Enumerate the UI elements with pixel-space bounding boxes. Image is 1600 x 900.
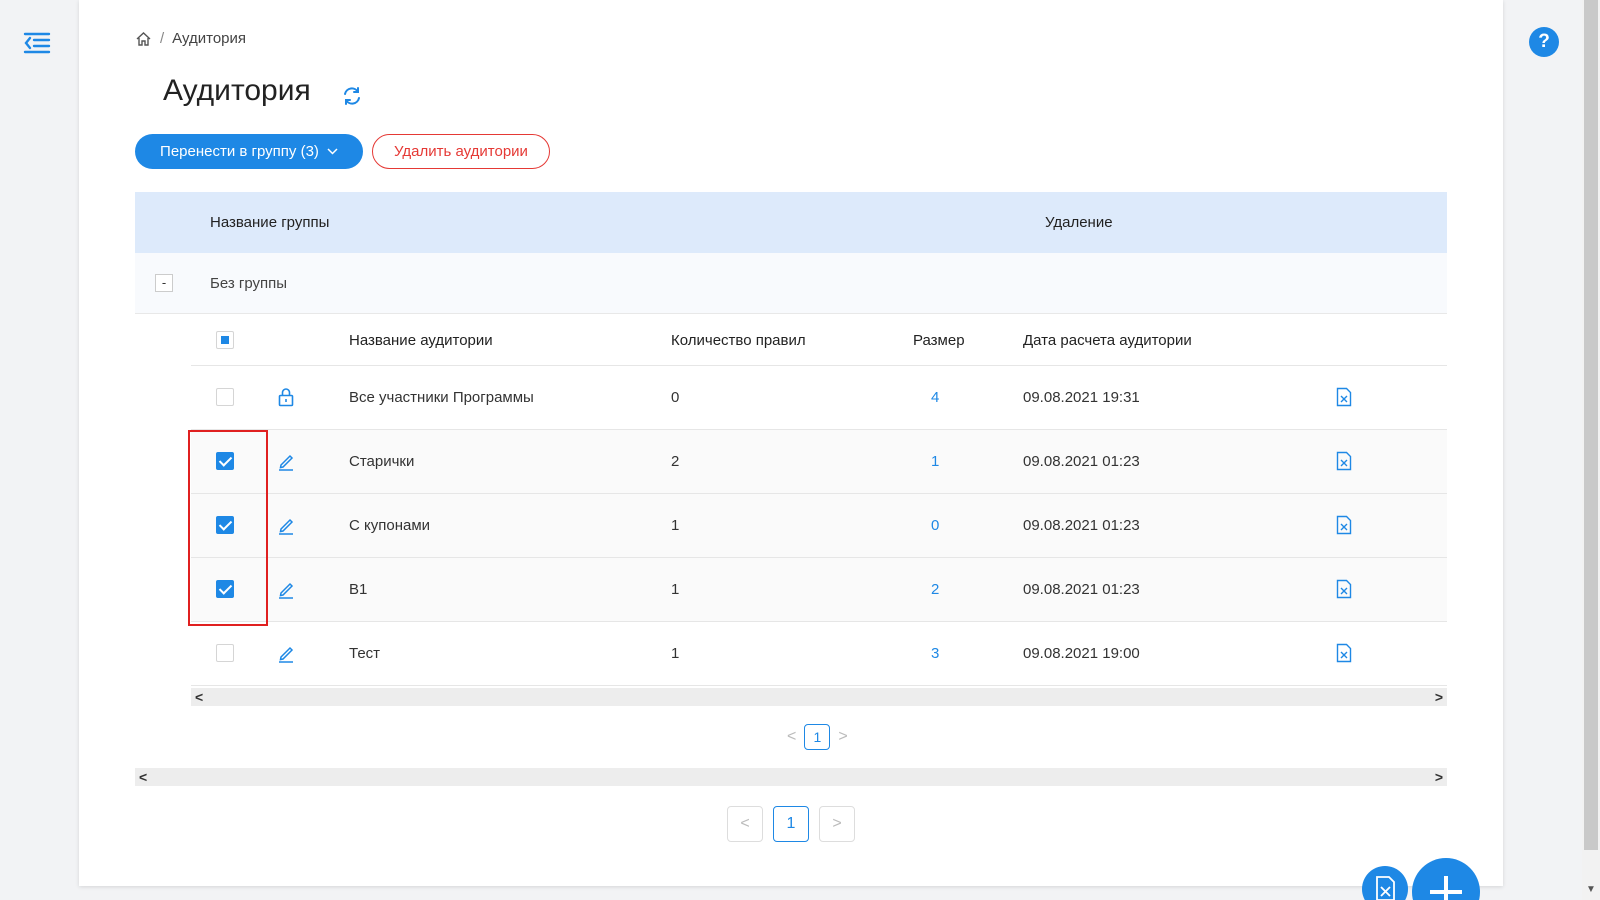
- chevron-down-icon: [327, 148, 338, 155]
- scrollbar-thumb[interactable]: [1584, 0, 1598, 850]
- table-row: Тест 1 3 09.08.2021 19:00: [191, 622, 1447, 686]
- scroll-right-arrow[interactable]: >: [1435, 689, 1443, 705]
- row-checkbox[interactable]: [216, 388, 234, 406]
- table-row: Старички 2 1 09.08.2021 01:23: [191, 430, 1447, 494]
- scroll-down-arrow-icon[interactable]: ▼: [1586, 884, 1596, 895]
- menu-toggle-icon[interactable]: [22, 28, 52, 58]
- breadcrumb-current: Аудитория: [172, 30, 247, 47]
- group-label: Без группы: [210, 275, 288, 292]
- excel-file-icon: [1376, 876, 1395, 900]
- header-calc-date: Дата расчета аудитории: [1023, 332, 1192, 349]
- help-button[interactable]: ?: [1529, 27, 1559, 57]
- scroll-left-arrow[interactable]: <: [195, 689, 203, 705]
- edit-icon[interactable]: [277, 451, 295, 471]
- inner-pagination: < 1 >: [787, 724, 848, 750]
- outer-prev-page[interactable]: <: [727, 806, 763, 842]
- row-checkbox[interactable]: [216, 580, 234, 598]
- move-to-group-label: Перенести в группу (3): [160, 143, 319, 160]
- home-icon[interactable]: [135, 31, 152, 47]
- header-size: Размер: [913, 332, 965, 349]
- audience-table-header: Название аудитории Количество правил Раз…: [191, 314, 1447, 366]
- breadcrumb-separator: /: [160, 30, 165, 47]
- excel-export-icon[interactable]: [1335, 515, 1353, 535]
- refresh-icon[interactable]: [341, 85, 363, 107]
- main-card: / Аудитория Аудитория Перенести в группу…: [79, 0, 1503, 886]
- export-excel-fab[interactable]: [1362, 866, 1408, 900]
- calc-date: 09.08.2021 01:23: [1023, 453, 1140, 470]
- audience-size-link[interactable]: 0: [931, 517, 939, 534]
- audience-name: С купонами: [349, 517, 431, 534]
- audience-size-link[interactable]: 1: [931, 453, 939, 470]
- audience-name: Все участники Программы: [349, 389, 534, 406]
- edit-icon[interactable]: [277, 579, 295, 599]
- calc-date: 09.08.2021 19:31: [1023, 389, 1140, 406]
- collapse-group-button[interactable]: -: [155, 274, 173, 292]
- excel-export-icon[interactable]: [1335, 579, 1353, 599]
- table-row: Все участники Программы 0 4 09.08.2021 1…: [191, 366, 1447, 430]
- group-table-header: Название группы Удаление: [135, 192, 1447, 253]
- move-to-group-button[interactable]: Перенести в группу (3): [135, 134, 363, 169]
- excel-export-icon[interactable]: [1335, 387, 1353, 407]
- inner-prev-page[interactable]: <: [787, 728, 796, 746]
- delete-audiences-button[interactable]: Удалить аудитории: [372, 134, 550, 169]
- audience-size-link[interactable]: 3: [931, 645, 939, 662]
- header-rules-count: Количество правил: [671, 332, 806, 349]
- inner-next-page[interactable]: >: [838, 728, 847, 746]
- vertical-scrollbar[interactable]: ▼: [1582, 0, 1600, 900]
- header-audience-name: Название аудитории: [349, 332, 493, 349]
- rules-count: 0: [671, 389, 680, 406]
- inner-horizontal-scrollbar[interactable]: < >: [191, 688, 1447, 706]
- audience-name: В1: [349, 581, 368, 598]
- group-row: - Без группы: [135, 253, 1447, 314]
- breadcrumb: / Аудитория: [135, 30, 246, 47]
- lock-icon: [278, 388, 294, 407]
- table-row: В1 1 2 09.08.2021 01:23: [191, 558, 1447, 622]
- audience-name: Тест: [349, 645, 381, 662]
- row-checkbox[interactable]: [216, 516, 234, 534]
- edit-icon[interactable]: [277, 643, 295, 663]
- scroll-right-arrow[interactable]: >: [1435, 769, 1443, 785]
- inner-page-number[interactable]: 1: [804, 724, 831, 750]
- rules-count: 1: [671, 645, 680, 662]
- outer-horizontal-scrollbar[interactable]: < >: [135, 768, 1447, 786]
- outer-page-number[interactable]: 1: [773, 806, 809, 842]
- audience-name: Старички: [349, 453, 415, 470]
- row-checkbox[interactable]: [216, 452, 234, 470]
- column-delete: Удаление: [1045, 214, 1113, 231]
- edit-icon[interactable]: [277, 515, 295, 535]
- page-title: Аудитория: [163, 74, 311, 107]
- select-all-checkbox[interactable]: [216, 331, 234, 349]
- scroll-left-arrow[interactable]: <: [139, 769, 147, 785]
- calc-date: 09.08.2021 01:23: [1023, 517, 1140, 534]
- row-checkbox[interactable]: [216, 644, 234, 662]
- rules-count: 1: [671, 581, 680, 598]
- audience-size-link[interactable]: 2: [931, 581, 939, 598]
- calc-date: 09.08.2021 01:23: [1023, 581, 1140, 598]
- excel-export-icon[interactable]: [1335, 451, 1353, 471]
- rules-count: 1: [671, 517, 680, 534]
- outer-pagination: < 1 >: [727, 806, 855, 842]
- excel-export-icon[interactable]: [1335, 643, 1353, 663]
- rules-count: 2: [671, 453, 680, 470]
- calc-date: 09.08.2021 19:00: [1023, 645, 1140, 662]
- audience-size-link[interactable]: 4: [931, 389, 939, 406]
- outer-next-page[interactable]: >: [819, 806, 855, 842]
- table-row: С купонами 1 0 09.08.2021 01:23: [191, 494, 1447, 558]
- column-group-name: Название группы: [210, 214, 330, 231]
